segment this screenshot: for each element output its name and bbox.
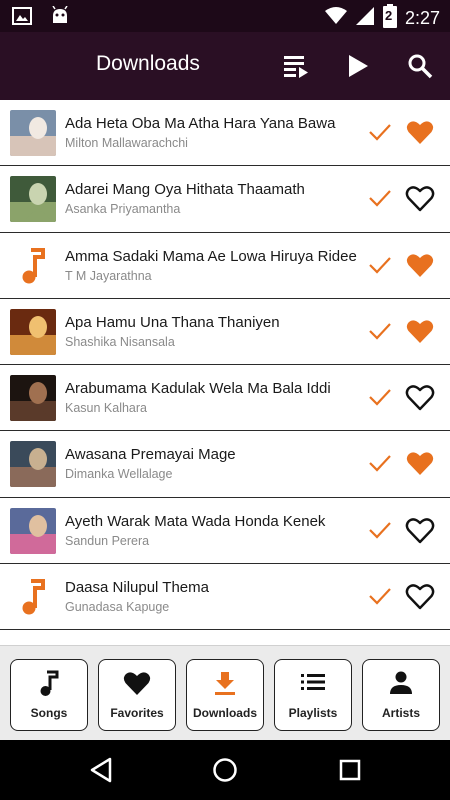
album-art [10,441,56,488]
heart-outline-icon[interactable] [405,382,435,412]
song-title: Ayeth Warak Mata Wada Honda Kenek [65,512,326,530]
heart-icon [123,670,151,698]
list-item[interactable]: Apa Hamu Una Thana Thaniyen Shashika Nisa… [0,298,450,366]
list-item[interactable]: Awasana Premayai Mage Dimanka Wellalage [0,431,450,498]
nav-songs-label: Songs [30,706,68,720]
nav-artists-label: Artists [381,706,420,720]
song-artist: T M Jayarathna [65,268,152,283]
downloaded-check-icon [368,385,392,409]
song-artist: Dimanka Wellalage [65,467,173,482]
nav-favorites-button[interactable]: Favorites [98,659,176,731]
downloaded-check-icon [368,451,392,475]
song-artist: Shashika Nisansala [65,334,175,349]
heart-filled-icon[interactable] [405,448,435,478]
nav-downloads-button[interactable]: Downloads [186,659,264,731]
album-art [10,308,56,355]
list-item[interactable]: Ada Heta Oba Ma Atha Hara Yana Bawa Milto… [0,100,450,167]
download-icon [213,670,237,698]
song-artist: Milton Mallawarachchi [65,136,188,150]
nav-playlists-button[interactable]: Playlists [274,659,352,731]
heart-filled-icon[interactable] [405,250,435,280]
list-icon [300,670,326,698]
heart-outline-icon[interactable] [405,581,435,611]
song-title: Daasa Nilupul Thema [65,579,209,597]
heart-outline-icon[interactable] [405,515,435,545]
bottom-nav: Songs Favorites Downloads Playlists Arti… [0,645,450,740]
status-time: 2:27 [404,7,440,28]
battery-icon: 2 [382,4,397,32]
song-title: Arabumama Kadulak Wela Ma Bala Iddi [65,380,331,398]
music-note-icon [14,578,52,616]
downloaded-check-icon [368,319,392,343]
music-note-icon [14,247,52,285]
downloaded-check-icon [368,518,392,542]
heart-filled-icon[interactable] [405,316,435,346]
heart-filled-icon[interactable] [405,117,435,147]
wifi-icon [324,6,347,30]
downloaded-check-icon [368,120,392,144]
downloaded-check-icon [368,584,392,608]
battery-level: 2 [384,8,393,23]
song-list[interactable]: Ada Heta Oba Ma Atha Hara Yana Bawa Milto… [0,100,450,640]
song-artist: Sandun Perera [65,533,150,548]
nav-playlists-label: Playlists [288,706,338,720]
home-icon[interactable] [211,756,239,784]
song-title: Apa Hamu Una Thana Thaniyen [65,313,280,331]
song-artist: Kasun Kalhara [65,401,148,416]
song-title: Awasana Premayai Mage [65,446,236,464]
back-icon[interactable] [88,756,116,784]
page-title: Downloads [96,52,200,75]
queue-icon[interactable] [280,50,312,82]
album-art [10,110,56,156]
album-art [10,507,56,554]
recents-icon[interactable] [337,756,365,784]
music-note-icon [37,670,61,698]
play-icon[interactable] [342,50,374,82]
list-item[interactable]: Ayeth Warak Mata Wada Honda Kenek Sandun … [0,497,450,565]
nav-songs-button[interactable]: Songs [10,659,88,731]
song-title: Adarei Mang Oya Hithata Thaamath [65,181,305,199]
search-icon[interactable] [404,50,436,82]
nav-artists-button[interactable]: Artists [362,659,440,731]
downloaded-check-icon [368,253,392,277]
list-item[interactable]: Adarei Mang Oya Hithata Thaamath Asanka P… [0,166,450,233]
list-item[interactable]: Daasa Nilupul Thema Gunadasa Kapuge [0,564,450,631]
nav-favorites-label: Favorites [110,706,164,720]
app-bar: Downloads [0,32,450,100]
downloaded-check-icon [368,186,392,210]
status-bar: 2 2:27 [0,0,450,32]
song-artist: Gunadasa Kapuge [65,600,170,615]
signal-icon [355,6,375,30]
list-item[interactable]: Amma Sadaki Mama Ae Lowa Hiruya Ridee T M… [0,232,450,299]
album-art [10,375,56,422]
list-item[interactable]: Arabumama Kadulak Wela Ma Bala Iddi Kasun… [0,365,450,432]
android-icon [50,5,70,30]
heart-outline-icon[interactable] [405,183,435,213]
nav-downloads-label: Downloads [192,706,257,720]
person-icon [389,670,413,698]
song-title: Amma Sadaki Mama Ae Lowa Hiruya Ridee [65,247,357,265]
system-nav-bar [0,740,450,800]
song-artist: Asanka Priyamantha [65,202,181,217]
image-icon [12,6,32,30]
album-art [10,176,56,223]
song-title: Ada Heta Oba Ma Atha Hara Yana Bawa [65,115,336,132]
